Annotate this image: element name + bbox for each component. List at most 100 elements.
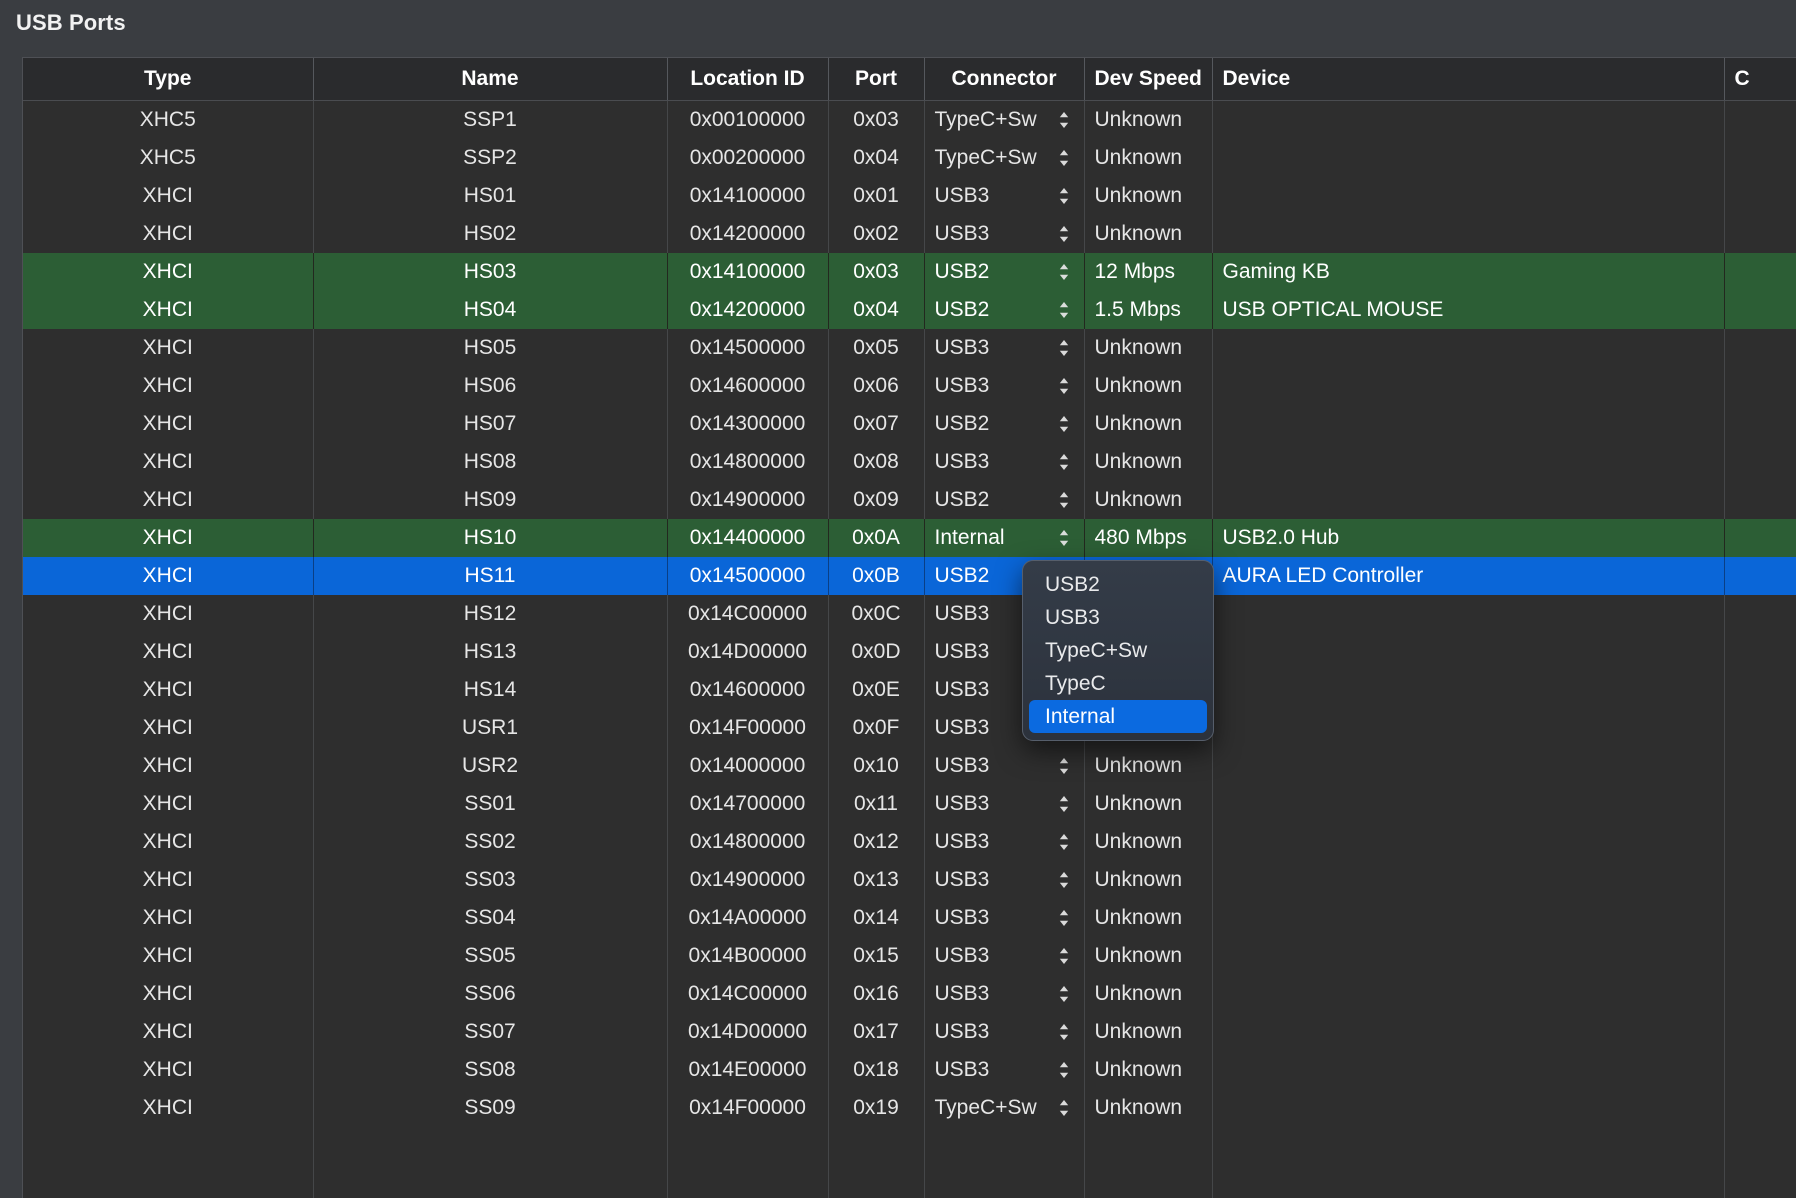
table-row[interactable]: XHCI HS01 0x14100000 0x01 USB3 Unknown [23,176,1796,215]
table-row[interactable]: XHCI SS03 0x14900000 0x13 USB3 Unknown [23,860,1796,899]
up-down-chevron-icon[interactable] [1056,1021,1072,1043]
table-row[interactable]: XHCI HS08 0x14800000 0x08 USB3 Unknown [23,442,1796,481]
up-down-chevron-icon[interactable] [1056,299,1072,321]
table-row[interactable]: XHCI SS06 0x14C00000 0x16 USB3 Unknown [23,974,1796,1013]
connector-select[interactable]: USB2 [935,405,1074,443]
table-row[interactable]: XHCI SS04 0x14A00000 0x14 USB3 Unknown [23,898,1796,937]
cell-connector[interactable]: USB3 [924,784,1085,823]
connector-select[interactable]: USB3 [935,861,1074,899]
table-row[interactable]: XHCI SS05 0x14B00000 0x15 USB3 Unknown [23,936,1796,975]
up-down-chevron-icon[interactable] [1056,185,1072,207]
cell-connector[interactable]: USB3 [924,328,1085,367]
connector-select[interactable]: USB3 [935,367,1074,405]
cell-connector[interactable]: USB2 [924,290,1085,329]
connector-select[interactable]: Internal [935,519,1074,557]
up-down-chevron-icon[interactable] [1056,831,1072,853]
connector-select[interactable]: USB3 [935,937,1074,975]
dropdown-option[interactable]: TypeC+Sw [1029,634,1207,667]
table-row-empty[interactable] [23,1164,1796,1198]
connector-select[interactable]: USB2 [935,291,1074,329]
column-header-name[interactable]: Name [313,58,668,101]
connector-select[interactable]: USB2 [935,253,1074,291]
table-row[interactable]: XHCI HS05 0x14500000 0x05 USB3 Unknown [23,328,1796,367]
connector-select[interactable]: USB3 [935,899,1074,937]
connector-select[interactable]: USB3 [935,785,1074,823]
cell-connector[interactable]: USB3 [924,214,1085,253]
table-row[interactable]: XHCI HS07 0x14300000 0x07 USB2 Unknown [23,404,1796,443]
up-down-chevron-icon[interactable] [1056,793,1072,815]
up-down-chevron-icon[interactable] [1056,223,1072,245]
connector-select[interactable]: USB3 [935,823,1074,861]
up-down-chevron-icon[interactable] [1056,755,1072,777]
column-header-port[interactable]: Port [828,58,925,101]
cell-connector[interactable]: Internal [924,518,1085,557]
table-row[interactable]: XHCI SS07 0x14D00000 0x17 USB3 Unknown [23,1012,1796,1051]
up-down-chevron-icon[interactable] [1056,147,1072,169]
table-row[interactable]: XHCIHS130x14D000000x0DUSB3Unknown [23,632,1796,671]
cell-connector[interactable]: USB2 [924,404,1085,443]
connector-select[interactable]: USB3 [935,443,1074,481]
dropdown-option[interactable]: Internal [1029,700,1207,733]
cell-connector[interactable]: USB3 [924,1050,1085,1089]
connector-select[interactable]: USB3 [935,747,1074,785]
cell-connector[interactable]: USB3 [924,176,1085,215]
table-row-empty[interactable] [23,1126,1796,1165]
cell-connector[interactable]: USB3 [924,366,1085,405]
cell-connector[interactable]: USB3 [924,822,1085,861]
cell-connector[interactable]: USB3 [924,442,1085,481]
dropdown-option[interactable]: USB2 [1029,568,1207,601]
table-row[interactable]: XHCI HS02 0x14200000 0x02 USB3 Unknown [23,214,1796,253]
connector-select[interactable]: USB3 [935,975,1074,1013]
up-down-chevron-icon[interactable] [1056,527,1072,549]
up-down-chevron-icon[interactable] [1056,413,1072,435]
up-down-chevron-icon[interactable] [1056,109,1072,131]
table-row[interactable]: XHCI HS10 0x14400000 0x0A Internal 480 Mbps US… [23,518,1796,557]
column-header-location-id[interactable]: Location ID [667,58,829,101]
dropdown-option[interactable]: TypeC [1029,667,1207,700]
column-header-connector[interactable]: Connector [924,58,1085,101]
connector-select[interactable]: USB2 [935,481,1074,519]
up-down-chevron-icon[interactable] [1056,983,1072,1005]
connector-select[interactable]: USB3 [935,1013,1074,1051]
up-down-chevron-icon[interactable] [1056,869,1072,891]
connector-select[interactable]: USB3 [935,1051,1074,1089]
table-row[interactable]: XHCIHS110x145000000x0BUSB212 MbpsAURA LE… [23,556,1796,595]
up-down-chevron-icon[interactable] [1056,1097,1072,1119]
cell-connector[interactable]: USB3 [924,746,1085,785]
connector-select[interactable]: USB3 [935,329,1074,367]
usb-ports-table-container[interactable]: Type Name Location ID Port Connector Dev… [22,57,1796,1198]
connector-select[interactable]: TypeC+Sw [935,101,1074,139]
up-down-chevron-icon[interactable] [1056,261,1072,283]
table-row[interactable]: XHCI HS04 0x14200000 0x04 USB2 1.5 Mbps USB O… [23,290,1796,329]
table-row[interactable]: XHCI SS01 0x14700000 0x11 USB3 Unknown [23,784,1796,823]
table-row[interactable]: XHC5 SSP1 0x00100000 0x03 TypeC+Sw Unknown [23,100,1796,139]
connector-select[interactable]: USB3 [935,215,1074,253]
column-header-device[interactable]: Device [1212,58,1725,101]
connector-select[interactable]: USB3 [935,177,1074,215]
table-row[interactable]: XHCIUSR10x14F000000x0FUSB3Unknown [23,708,1796,747]
table-row[interactable]: XHCI HS06 0x14600000 0x06 USB3 Unknown [23,366,1796,405]
cell-connector[interactable]: USB3 [924,936,1085,975]
up-down-chevron-icon[interactable] [1056,375,1072,397]
connector-select[interactable]: TypeC+Sw [935,1089,1074,1127]
table-row[interactable]: XHCI HS09 0x14900000 0x09 USB2 Unknown [23,480,1796,519]
up-down-chevron-icon[interactable] [1056,489,1072,511]
connector-dropdown-menu[interactable]: USB2 USB3 TypeC+Sw TypeC Internal [1022,560,1214,741]
table-row[interactable]: XHCI SS02 0x14800000 0x12 USB3 Unknown [23,822,1796,861]
table-row[interactable]: XHCI HS03 0x14100000 0x03 USB2 12 Mbps Gaming … [23,252,1796,291]
cell-connector[interactable]: USB2 [924,252,1085,291]
dropdown-option[interactable]: USB3 [1029,601,1207,634]
up-down-chevron-icon[interactable] [1056,945,1072,967]
table-row[interactable]: XHCI USR2 0x14000000 0x10 USB3 Unknown [23,746,1796,785]
connector-select[interactable]: TypeC+Sw [935,139,1074,177]
cell-connector[interactable]: TypeC+Sw [924,138,1085,177]
column-header-truncated[interactable]: C [1724,58,1796,101]
table-row[interactable]: XHCIHS120x14C000000x0CUSB3Unknown [23,594,1796,633]
up-down-chevron-icon[interactable] [1056,451,1072,473]
column-header-type[interactable]: Type [23,58,314,101]
up-down-chevron-icon[interactable] [1056,337,1072,359]
table-row[interactable]: XHCI SS08 0x14E00000 0x18 USB3 Unknown [23,1050,1796,1089]
cell-connector[interactable]: USB3 [924,1012,1085,1051]
up-down-chevron-icon[interactable] [1056,907,1072,929]
table-row[interactable]: XHC5 SSP2 0x00200000 0x04 TypeC+Sw Unknown [23,138,1796,177]
